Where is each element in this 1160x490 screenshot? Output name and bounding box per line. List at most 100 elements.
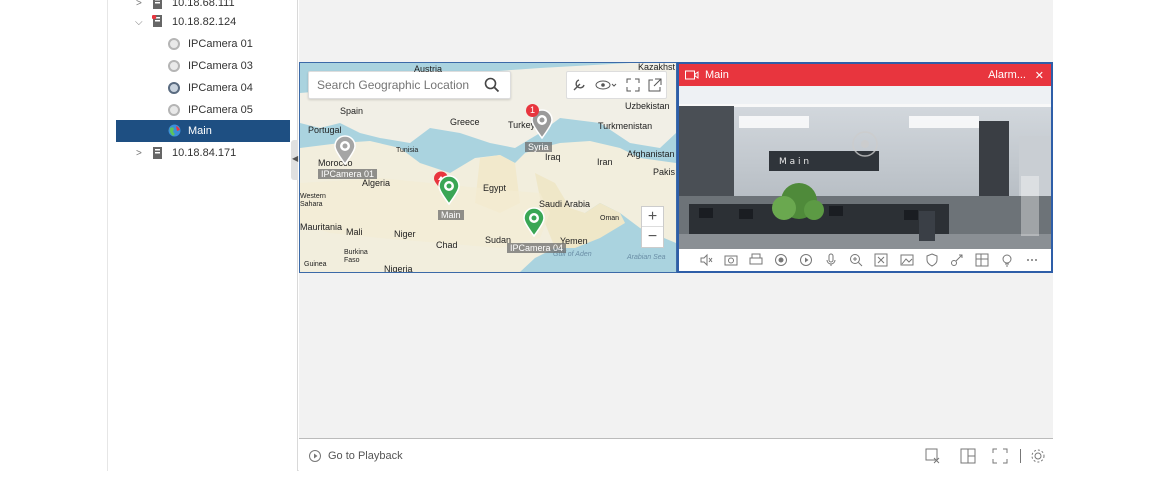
layout-switch-icon[interactable]: [975, 253, 989, 267]
eye-dropdown-icon[interactable]: [595, 77, 617, 93]
tree-item-label: IPCamera 03: [188, 60, 253, 72]
map-label: Oman: [600, 215, 620, 222]
tree-item-label: 10.18.68.111: [172, 0, 235, 9]
map-label: Nigeria: [384, 264, 413, 273]
go-to-playback-button[interactable]: Go to Playback: [308, 449, 403, 463]
tree-item-camera[interactable]: IPCamera 04: [108, 77, 290, 99]
map-search-input[interactable]: [309, 72, 479, 98]
map-label: Uzbekistan: [625, 101, 670, 111]
alarm-link[interactable]: Alarm...: [988, 69, 1026, 81]
map-label: Iran: [597, 157, 613, 167]
tree-item-label: IPCamera 01: [188, 38, 253, 50]
server-icon: [153, 147, 162, 159]
map-label: Tunisia: [396, 147, 419, 154]
fullscreen-icon[interactable]: [626, 78, 640, 92]
tree-item-label: IPCamera 05: [188, 104, 253, 116]
chevron-down-icon[interactable]: ⌵: [135, 17, 143, 28]
ptz-icon[interactable]: [874, 253, 888, 267]
more-icon[interactable]: [1025, 253, 1039, 267]
server-icon: [153, 0, 162, 9]
map-pane[interactable]: Austria Kazakhst Spain Uzbekistan Portug…: [299, 62, 677, 273]
video-title: Main: [705, 69, 729, 81]
map-label: Iraq: [545, 152, 561, 162]
tree-item-server[interactable]: > 10.18.84.171: [108, 142, 290, 164]
live-view-workspace: Austria Kazakhst Spain Uzbekistan Portug…: [299, 0, 1053, 438]
video-feed: M a i n: [679, 86, 1051, 249]
wrench-icon[interactable]: [571, 77, 587, 93]
app-window: > 10.18.68.111 ⌵ 10.18.82.124 IPCamera 0…: [107, 0, 1053, 471]
tree-item-camera[interactable]: IPCamera 03: [108, 55, 290, 77]
tree-item-server[interactable]: ⌵ 10.18.82.124: [108, 11, 290, 33]
camera-icon: [168, 82, 180, 94]
video-toolbar: [679, 249, 1051, 271]
open-external-icon[interactable]: [648, 78, 662, 92]
map-label: Greece: [450, 117, 480, 127]
instant-playback-icon[interactable]: [799, 253, 813, 267]
map-label: Saudi Arabia: [539, 199, 591, 209]
zoom-out-button[interactable]: −: [642, 227, 663, 247]
server-alarm-icon: [152, 15, 162, 27]
map-label: Turkmenistan: [598, 121, 653, 131]
record-icon[interactable]: [774, 253, 788, 267]
map-label: Afghanistan: [627, 149, 675, 159]
collapse-arrow-icon: ◀: [292, 154, 299, 163]
chevron-right-icon[interactable]: >: [136, 148, 142, 159]
map-label: Algeria: [362, 178, 391, 188]
camera-icon: [168, 104, 180, 116]
map-label: Egypt: [483, 183, 507, 193]
tree-item-label: 10.18.84.171: [172, 147, 237, 159]
chevron-right-icon[interactable]: >: [136, 0, 142, 9]
tree-item-camera[interactable]: IPCamera 01: [108, 33, 290, 55]
close-all-windows-icon[interactable]: [925, 448, 941, 464]
map-label: Spain: [340, 106, 364, 116]
video-camera-icon: [685, 70, 699, 80]
tree-item-label: Main: [188, 125, 212, 137]
mute-icon[interactable]: [699, 253, 713, 267]
camera-pin-gray[interactable]: [333, 135, 357, 165]
toolbar-divider: [1020, 449, 1021, 463]
io-output-icon[interactable]: [950, 253, 964, 267]
map-label: Chad: [436, 240, 458, 250]
camera-map-tag: Main: [438, 210, 464, 220]
map-pin-green[interactable]: [437, 175, 461, 205]
camera-icon: [168, 60, 180, 72]
map-label: Niger: [394, 229, 416, 239]
map-label: Western Sahara: [300, 193, 326, 208]
image-settings-icon[interactable]: [900, 253, 914, 267]
alarm-count-badge: 1: [526, 104, 539, 117]
go-to-playback-label: Go to Playback: [328, 450, 403, 462]
digital-zoom-icon[interactable]: [849, 253, 863, 267]
bottom-toolbar: Go to Playback: [299, 438, 1053, 471]
map-label: Guinea: [304, 261, 327, 268]
video-pane[interactable]: Main Alarm... ✕ M a i n: [677, 62, 1053, 273]
tree-item-label: 10.18.82.124: [172, 16, 237, 28]
light-bulb-icon[interactable]: [1000, 253, 1014, 267]
svg-text:M a i n: M a i n: [779, 157, 809, 167]
zoom-in-button[interactable]: +: [642, 207, 663, 227]
map-label: Kazakhst: [638, 62, 676, 72]
playback-icon: [309, 450, 321, 462]
tree-item-label: IPCamera 04: [188, 82, 253, 94]
camera-icon: [168, 38, 180, 50]
map-label: Arabian Sea: [627, 254, 666, 261]
device-tree: > 10.18.68.111 ⌵ 10.18.82.124 IPCamera 0…: [108, 0, 298, 471]
collapse-panel-handle[interactable]: ◀: [291, 140, 298, 180]
map-toolbar: [566, 71, 667, 99]
tree-item-camera[interactable]: IPCamera 05: [108, 99, 290, 121]
window-layout-icon[interactable]: [960, 448, 976, 464]
arm-shield-icon[interactable]: [925, 253, 939, 267]
map-label: Burkina Faso: [344, 249, 368, 264]
fullscreen-icon[interactable]: [992, 448, 1008, 464]
tree-item-map-main[interactable]: Main: [116, 120, 290, 142]
map-label: Pakis: [653, 167, 676, 177]
camera-map-tag: IPCamera 01: [318, 169, 378, 179]
map-zoom-control: + −: [641, 206, 664, 248]
close-icon[interactable]: ✕: [1035, 69, 1044, 82]
capture-icon[interactable]: [724, 253, 738, 267]
camera-pin-green[interactable]: [522, 207, 546, 237]
gear-icon[interactable]: [1030, 448, 1046, 464]
microphone-icon[interactable]: [824, 253, 838, 267]
search-icon[interactable]: [484, 77, 500, 93]
map-search-box[interactable]: [308, 71, 511, 99]
print-icon[interactable]: [749, 253, 763, 267]
